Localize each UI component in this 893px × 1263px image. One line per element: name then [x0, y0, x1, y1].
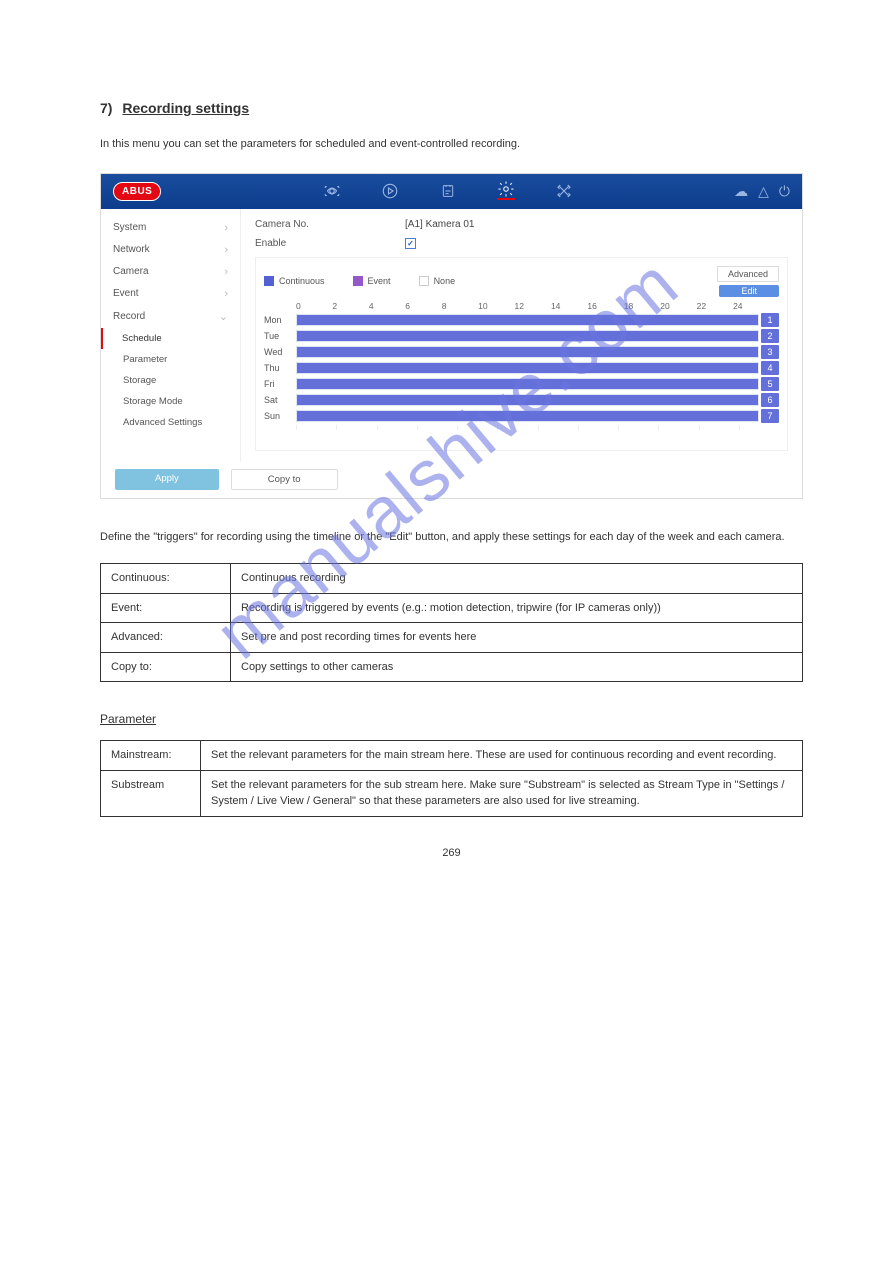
legend-continuous[interactable]: Continuous	[264, 276, 325, 286]
play-circle-icon[interactable]	[381, 182, 399, 200]
sidebar-item-record[interactable]: Record	[101, 305, 240, 328]
file-icon[interactable]	[439, 182, 457, 200]
triggers-table: Continuous:Continuous recording Event:Re…	[100, 563, 803, 682]
schedule-row-wed[interactable]: Wed3	[264, 345, 779, 359]
edit-button[interactable]: Edit	[719, 285, 779, 297]
legend-none[interactable]: None	[419, 276, 456, 286]
schedule-row-sat[interactable]: Sat6	[264, 393, 779, 407]
t1-r2c2: Recording is triggered by events (e.g.: …	[231, 593, 803, 623]
t1-r3c1: Advanced:	[101, 623, 231, 653]
sidebar-item-event[interactable]: Event	[101, 283, 240, 305]
sidebar-item-network[interactable]: Network	[101, 239, 240, 261]
camera-no-label: Camera No.	[255, 219, 405, 230]
eye-icon[interactable]	[323, 182, 341, 200]
main-content-pane: Camera No. [A1] Kamera 01 Enable ✓ Conti…	[241, 209, 802, 461]
t2-r2c2: Set the relevant parameters for the sub …	[201, 770, 803, 816]
tools-icon[interactable]	[555, 182, 573, 200]
t2-r2c1: Substream	[101, 770, 201, 816]
schedule-row-thu[interactable]: Thu4	[264, 361, 779, 375]
settings-screenshot: ABUS ☁ △ ⏻ System Network Camera Event R…	[100, 173, 803, 499]
sidebar-sub-storage-mode[interactable]: Storage Mode	[101, 391, 240, 412]
sidebar-sub-advanced[interactable]: Advanced Settings	[101, 412, 240, 433]
copy-to-button[interactable]: Copy to	[231, 469, 338, 490]
schedule-row-mon[interactable]: Mon1	[264, 313, 779, 327]
settings-sidebar: System Network Camera Event Record Sched…	[101, 209, 241, 461]
power-icon[interactable]: ⏻	[779, 183, 790, 200]
t1-r1c1: Continuous:	[101, 564, 231, 594]
sidebar-item-camera[interactable]: Camera	[101, 261, 240, 283]
gear-icon[interactable]	[497, 182, 515, 200]
apply-button[interactable]: Apply	[115, 469, 219, 490]
legend-event[interactable]: Event	[353, 276, 391, 286]
legend: Continuous Event None	[264, 276, 455, 286]
enable-checkbox[interactable]: ✓	[405, 238, 416, 249]
section-title: Recording settings	[122, 100, 249, 116]
t2-r1c2: Set the relevant parameters for the main…	[201, 741, 803, 771]
hours-axis: 0 2 4 6 8 10 12 14 16 18 20 22 24	[264, 301, 779, 311]
advanced-button[interactable]: Advanced	[717, 266, 779, 282]
sidebar-item-system[interactable]: System	[101, 217, 240, 239]
schedule-row-sun[interactable]: Sun7	[264, 409, 779, 423]
enable-label: Enable	[255, 238, 405, 249]
t1-r1c2: Continuous recording	[231, 564, 803, 594]
bell-icon[interactable]: △	[758, 183, 769, 200]
schedule-container: Continuous Event None Advanced Edit 0 2 …	[255, 257, 788, 451]
header-status-icons: ☁ △ ⏻	[734, 183, 790, 200]
t1-r2c1: Event:	[101, 593, 231, 623]
sidebar-sub-parameter[interactable]: Parameter	[101, 349, 240, 370]
sidebar-sub-storage[interactable]: Storage	[101, 370, 240, 391]
camera-no-select[interactable]: [A1] Kamera 01	[405, 219, 788, 230]
t1-r3c2: Set pre and post recording times for eve…	[231, 623, 803, 653]
parameter-table: Mainstream:Set the relevant parameters f…	[100, 740, 803, 817]
cloud-icon[interactable]: ☁	[734, 183, 748, 200]
schedule-row-tue[interactable]: Tue2	[264, 329, 779, 343]
schedule-row-fri[interactable]: Fri5	[264, 377, 779, 391]
t1-r4c1: Copy to:	[101, 652, 231, 682]
header-nav-icons	[161, 182, 734, 200]
t1-r4c2: Copy settings to other cameras	[231, 652, 803, 682]
app-header: ABUS ☁ △ ⏻	[101, 174, 802, 209]
abus-logo: ABUS	[113, 182, 161, 201]
t2-r1c1: Mainstream:	[101, 741, 201, 771]
page-number: 269	[100, 847, 803, 859]
intro-paragraph: In this menu you can set the parameters …	[100, 136, 803, 153]
paragraph-1: Define the "triggers" for recording usin…	[100, 529, 803, 546]
section-number: 7)	[100, 100, 112, 116]
sidebar-sub-schedule[interactable]: Schedule	[100, 328, 240, 349]
subsection-parameter: Parameter	[100, 712, 803, 726]
